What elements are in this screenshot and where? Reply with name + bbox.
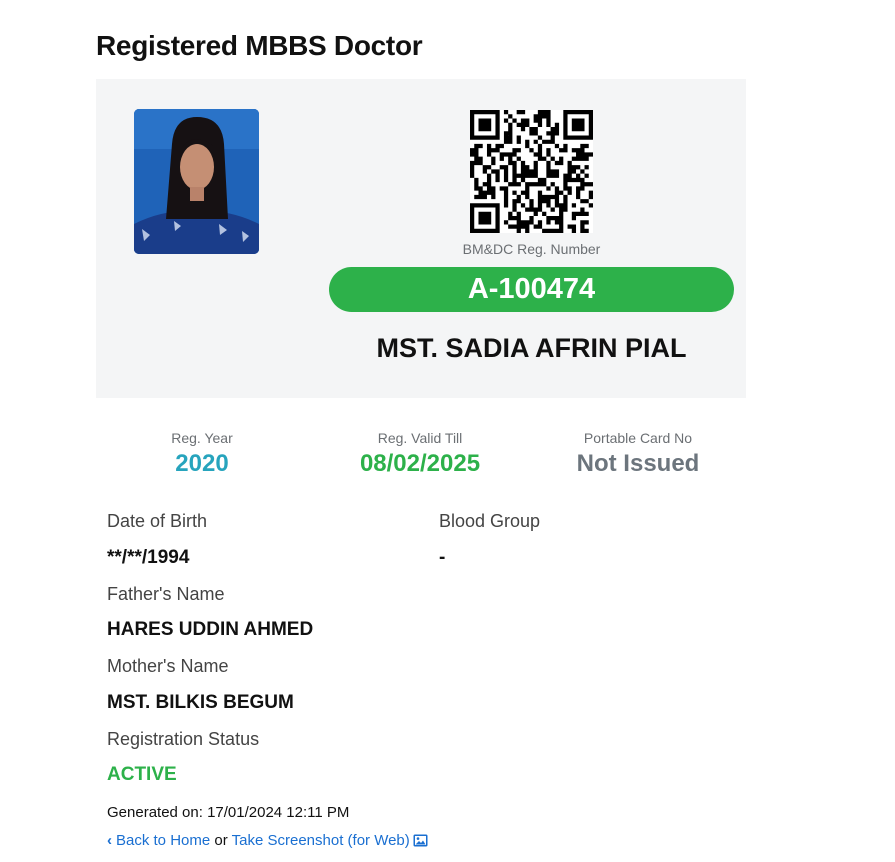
reg-year-value: 2020	[175, 450, 229, 477]
doctor-name: MST. SADIA AFRIN PIAL	[376, 333, 687, 363]
doctor-photo	[134, 109, 259, 254]
take-screenshot-link[interactable]: Take Screenshot (for Web)	[232, 832, 428, 849]
valid-till-value: 08/02/2025	[359, 450, 481, 477]
dob-label: Date of Birth	[107, 511, 208, 531]
back-to-home-link[interactable]: ‹ Back to Home	[107, 832, 210, 849]
dob-value: **/**/1994	[107, 547, 190, 568]
valid-till-label: Reg. Valid Till	[377, 430, 463, 446]
portable-card-value: Not Issued	[576, 450, 700, 477]
take-screenshot-label: Take Screenshot (for Web)	[231, 832, 410, 849]
reg-year-label: Reg. Year	[171, 430, 233, 446]
mother-name-value: MST. BILKIS BEGUM	[107, 692, 294, 713]
portable-card-stat: Portable Card No Not Issued	[529, 430, 747, 478]
registration-status-value: ACTIVE	[107, 764, 177, 785]
reg-year-stat: Reg. Year 2020	[93, 430, 311, 478]
reg-number-badge: A-100474	[329, 267, 734, 312]
reg-number-caption: BM&DC Reg. Number	[462, 241, 601, 257]
image-icon	[413, 834, 428, 851]
valid-till-stat: Reg. Valid Till 08/02/2025	[311, 430, 529, 478]
footer-links: ‹ Back to Home or Take Screenshot (for We…	[107, 832, 428, 851]
father-name-label: Father's Name	[107, 584, 225, 604]
mother-name-label: Mother's Name	[107, 656, 229, 676]
blood-group-value: -	[439, 547, 446, 568]
back-to-home-label: Back to Home	[116, 832, 211, 849]
portable-card-label: Portable Card No	[583, 430, 693, 446]
father-name-value: HARES UDDIN AHMED	[107, 619, 314, 640]
or-text: or	[214, 832, 228, 849]
generated-timestamp: Generated on: 17/01/2024 12:11 PM	[107, 804, 350, 821]
page-title: Registered MBBS Doctor	[96, 30, 423, 61]
qr-code	[470, 110, 593, 233]
registration-status-label: Registration Status	[107, 729, 260, 749]
blood-group-label: Blood Group	[439, 511, 541, 531]
doctor-card: BM&DC Reg. Number A-100474 MST. SADIA AF…	[96, 79, 746, 398]
chevron-left-icon: ‹	[107, 832, 112, 849]
